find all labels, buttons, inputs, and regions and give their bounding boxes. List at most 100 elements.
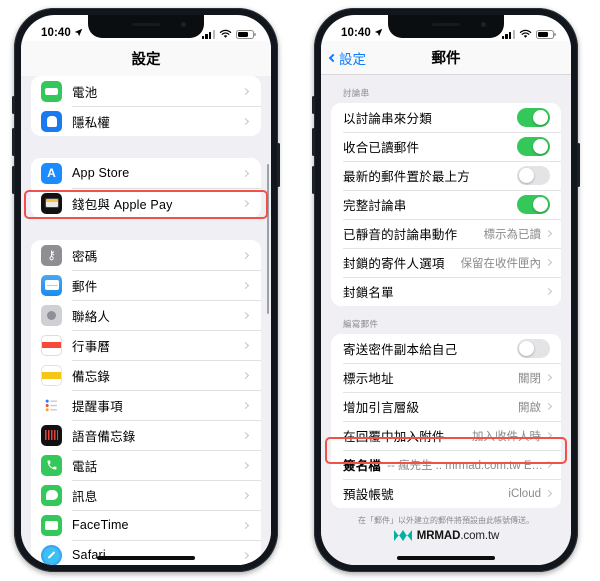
status-time: 10:40 (341, 27, 371, 39)
reminders-icon (41, 394, 62, 416)
volume-down-button[interactable] (12, 166, 15, 194)
row-value: 標示為已讀 (483, 228, 542, 241)
row-always-bcc-myself[interactable]: 寄送密件副本給自己 (331, 334, 561, 363)
cellular-signal-icon (501, 29, 515, 39)
power-button[interactable] (277, 143, 280, 187)
row-default-account[interactable]: 預設帳號 iCloud (331, 479, 561, 508)
location-arrow-icon (74, 28, 83, 37)
sidebar-item-passwords[interactable]: ⚷ 密碼 (31, 240, 261, 270)
settings-group-system: 電池 隱私權 (31, 76, 261, 136)
notes-icon (41, 364, 62, 386)
row-complete-threads[interactable]: 完整討論串 (331, 190, 561, 219)
row-label: 以討論串來分類 (343, 112, 432, 126)
row-label: 密碼 (72, 249, 98, 264)
toggle-complete-threads[interactable] (517, 195, 550, 214)
volume-down-button[interactable] (312, 166, 315, 194)
chevron-right-icon (241, 371, 250, 379)
toggle-most-recent-on-top[interactable] (517, 166, 550, 185)
row-label: 已靜音的討論串動作 (343, 228, 458, 242)
power-button[interactable] (577, 143, 580, 187)
wifi-icon (219, 29, 232, 38)
app-store-icon: A (41, 162, 62, 184)
row-label: 增加引言層級 (343, 401, 420, 415)
row-value: 加入收件人時 (472, 430, 541, 443)
row-label: 備忘錄 (72, 369, 111, 384)
left-phone-screen: 10:40 設定 電池 隱私權 A App Store 錢包與 Apple Pa… (21, 15, 271, 565)
sidebar-item-phone[interactable]: 電話 (31, 450, 261, 480)
row-label: 郵件 (72, 279, 98, 294)
home-indicator[interactable] (97, 556, 195, 560)
sidebar-item-calendar[interactable]: 行事曆 (31, 330, 261, 360)
sidebar-item-privacy[interactable]: 隱私權 (31, 106, 261, 136)
row-mark-addresses[interactable]: 標示地址 關閉 (331, 363, 561, 392)
password-key-icon: ⚷ (41, 244, 62, 266)
settings-group-store: A App Store 錢包與 Apple Pay (31, 158, 261, 218)
signature-preview: -- 瘋先生 :: mrmad.com.tw Em… (387, 459, 546, 472)
sidebar-item-reminders[interactable]: 提醒事項 (31, 390, 261, 420)
settings-nav-title: 設定 (21, 41, 271, 76)
phone-icon (41, 454, 62, 476)
row-increase-quote-level[interactable]: 增加引言層級 開啟 (331, 392, 561, 421)
left-phone-frame: 10:40 設定 電池 隱私權 A App Store 錢包與 Apple Pa… (12, 8, 280, 572)
row-label: 錢包與 Apple Pay (72, 197, 173, 212)
sidebar-item-facetime[interactable]: FaceTime (31, 510, 261, 540)
chevron-right-icon (544, 258, 553, 267)
row-label: App Store (72, 166, 130, 180)
row-label: 封鎖名單 (343, 286, 394, 300)
sidebar-item-mail[interactable]: 郵件 (31, 270, 261, 300)
row-label: 電池 (72, 85, 98, 100)
row-label: 語音備忘錄 (72, 429, 136, 444)
silent-switch[interactable] (312, 96, 315, 114)
row-blocked-list[interactable]: 封鎖名單 (331, 277, 561, 306)
location-arrow-icon (374, 28, 383, 37)
chevron-right-icon (241, 251, 250, 259)
messages-icon (41, 484, 62, 506)
row-label: 收合已讀郵件 (343, 141, 420, 155)
volume-up-button[interactable] (312, 128, 315, 156)
mrmad-logo-icon (393, 530, 412, 542)
sidebar-item-app-store[interactable]: A App Store (31, 158, 261, 188)
chevron-right-icon (544, 489, 553, 498)
default-account-footnote: 在「郵件」以外建立的郵件將預設由此帳號傳送。 (358, 516, 534, 525)
row-most-recent-on-top[interactable]: 最新的郵件置於最上方 (331, 161, 561, 190)
chevron-right-icon (544, 402, 553, 411)
row-label: 電話 (72, 459, 98, 474)
row-signature[interactable]: 簽名檔 -- 瘋先生 :: mrmad.com.tw Em… (331, 450, 561, 479)
watermark: MRMAD.com.tw (321, 526, 571, 542)
chevron-right-icon (241, 431, 250, 439)
sidebar-item-notes[interactable]: 備忘錄 (31, 360, 261, 390)
home-indicator[interactable] (397, 556, 495, 560)
right-phone-screen: 10:40 設定 郵件 討論串 以討論串來分類 收合已讀郵件 最新的郵件置於最上… (321, 15, 571, 565)
voice-memos-icon (41, 424, 62, 446)
row-muted-thread-action[interactable]: 已靜音的討論串動作 標示為已讀 (331, 219, 561, 248)
sidebar-item-safari[interactable]: Safari (31, 540, 261, 565)
mail-settings-list[interactable]: 討論串 以討論串來分類 收合已讀郵件 最新的郵件置於最上方 完整討論串 已靜音的… (321, 75, 571, 565)
screenshot-stage: 10:40 設定 電池 隱私權 A App Store 錢包與 Apple Pa… (0, 0, 600, 581)
toggle-always-bcc-myself[interactable] (517, 339, 550, 358)
row-blocked-sender-options[interactable]: 封鎖的寄件人選項 保留在收件匣內 (331, 248, 561, 277)
row-collapse-read-messages[interactable]: 收合已讀郵件 (331, 132, 561, 161)
status-time: 10:40 (41, 27, 71, 39)
sidebar-item-messages[interactable]: 訊息 (31, 480, 261, 510)
chevron-right-icon (544, 460, 553, 469)
cellular-signal-icon (201, 29, 215, 39)
row-organize-by-thread[interactable]: 以討論串來分類 (331, 103, 561, 132)
row-include-attachments-with-replies[interactable]: 在回覆中加入附件 加入收件人時 (331, 421, 561, 450)
toggle-organize-by-thread[interactable] (517, 108, 550, 127)
scrollbar[interactable] (266, 164, 269, 314)
toggle-collapse-read-messages[interactable] (517, 137, 550, 156)
sidebar-item-battery[interactable]: 電池 (31, 76, 261, 106)
right-phone-frame: 10:40 設定 郵件 討論串 以討論串來分類 收合已讀郵件 最新的郵件置於最上… (312, 8, 580, 572)
volume-up-button[interactable] (12, 128, 15, 156)
chevron-right-icon (241, 199, 250, 207)
silent-switch[interactable] (12, 96, 15, 114)
watermark-suffix: .com.tw (460, 529, 500, 542)
chevron-right-icon (241, 401, 250, 409)
chevron-right-icon (241, 551, 250, 559)
sidebar-item-wallet[interactable]: 錢包與 Apple Pay (31, 188, 261, 218)
sidebar-item-voice-memos[interactable]: 語音備忘錄 (31, 420, 261, 450)
back-button[interactable]: 設定 (321, 48, 366, 68)
sidebar-item-contacts[interactable]: 聯絡人 (31, 300, 261, 330)
settings-list[interactable]: 電池 隱私權 A App Store 錢包與 Apple Pay ⚷ 密碼 郵件… (21, 76, 271, 565)
